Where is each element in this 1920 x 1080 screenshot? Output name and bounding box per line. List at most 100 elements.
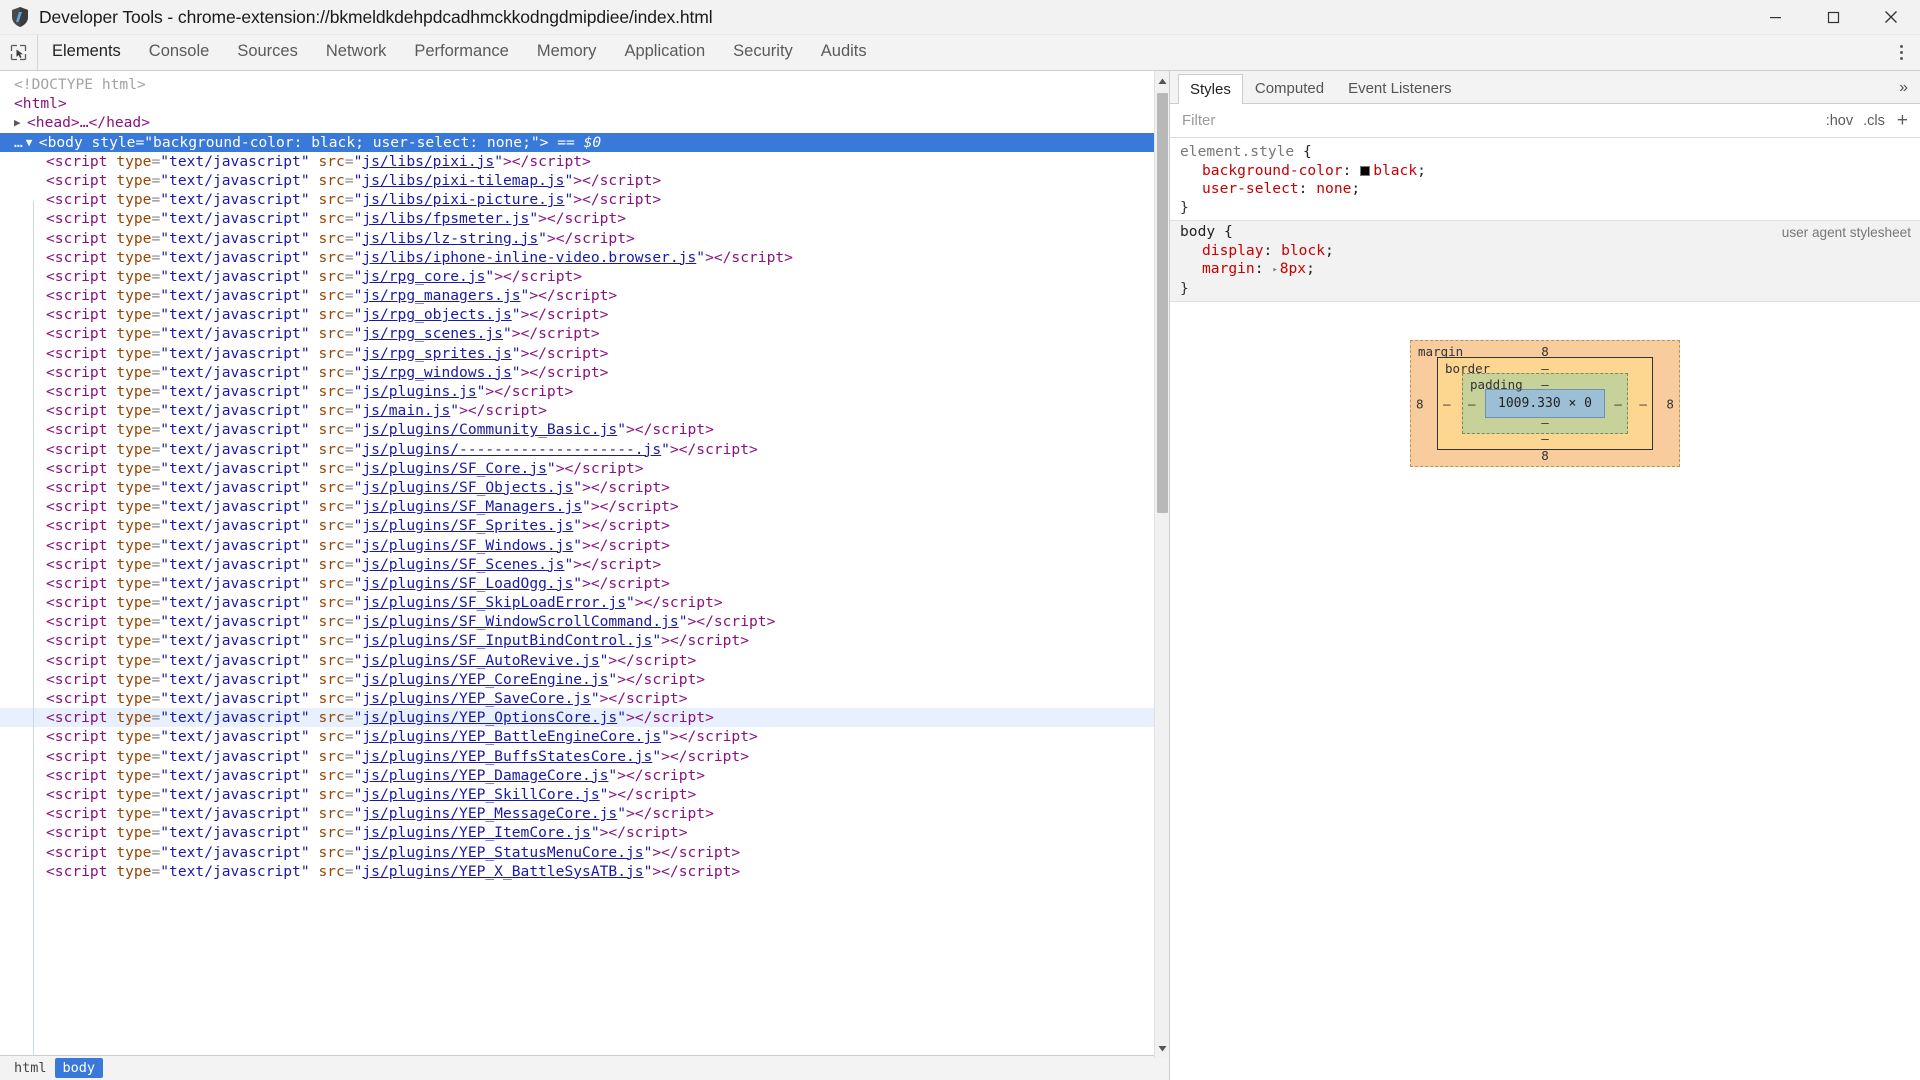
box-model-border[interactable]: border – – – – padding – – – – 1009.330 … — [1437, 357, 1653, 450]
dom-row-script[interactable]: <script type="text/javascript" src="js/p… — [0, 727, 1169, 746]
dom-row-head[interactable]: ▶ <head>…</head> — [0, 113, 1169, 132]
scroll-up-icon[interactable] — [1155, 73, 1170, 89]
filter-input[interactable] — [1180, 111, 1816, 130]
padding-top-value[interactable]: – — [1541, 377, 1549, 392]
close-button[interactable] — [1862, 0, 1920, 35]
dom-vertical-scrollbar[interactable] — [1154, 71, 1169, 1058]
declaration-background-color[interactable]: background-color: black; — [1180, 162, 1920, 181]
rule-body-user-agent[interactable]: user agent stylesheet body { display: bl… — [1170, 220, 1920, 302]
dom-row-script[interactable]: <script type="text/javascript" src="js/r… — [0, 286, 1169, 305]
dom-row-doctype[interactable]: <!DOCTYPE html> — [0, 75, 1169, 94]
tab-network[interactable]: Network — [312, 35, 401, 70]
dom-row-script[interactable]: <script type="text/javascript" src="js/p… — [0, 862, 1169, 881]
tab-performance[interactable]: Performance — [400, 35, 522, 70]
maximize-button[interactable] — [1804, 0, 1862, 35]
breadcrumb-item-body[interactable]: body — [54, 1058, 104, 1078]
dom-row-script[interactable]: <script type="text/javascript" src="js/p… — [0, 651, 1169, 670]
dom-row-script[interactable]: <script type="text/javascript" src="js/p… — [0, 708, 1169, 728]
rule-element-style[interactable]: element.style { background-color: black;… — [1170, 141, 1920, 220]
dom-row-script[interactable]: <script type="text/javascript" src="js/l… — [0, 152, 1169, 171]
dom-tree-scroll[interactable]: <!DOCTYPE html> <html> ▶ <head>…</head>… ▼ <b… — [0, 71, 1169, 1055]
dom-row-script[interactable]: <script type="text/javascript" src="js/p… — [0, 631, 1169, 650]
dom-row-script[interactable]: <script type="text/javascript" src="js/r… — [0, 305, 1169, 324]
dom-row-script[interactable]: <script type="text/javascript" src="js/l… — [0, 209, 1169, 228]
dom-scroll-thumb[interactable] — [1157, 93, 1168, 513]
declaration-property[interactable]: background-color — [1202, 162, 1343, 179]
dom-row-script[interactable]: <script type="text/javascript" src="js/p… — [0, 670, 1169, 689]
declaration-property[interactable]: user-select — [1202, 180, 1299, 197]
border-right-value[interactable]: – — [1639, 396, 1647, 411]
tab-sources[interactable]: Sources — [223, 35, 312, 70]
declaration-value[interactable]: 8px — [1280, 260, 1306, 277]
declaration-user-select[interactable]: user-select: none; — [1180, 180, 1920, 199]
declaration-display[interactable]: display: block; — [1180, 242, 1920, 261]
dom-row-script[interactable]: <script type="text/javascript" src="js/r… — [0, 344, 1169, 363]
dom-row-script[interactable]: <script type="text/javascript" src="js/p… — [0, 823, 1169, 842]
padding-right-value[interactable]: – — [1614, 396, 1622, 411]
margin-left-value[interactable]: 8 — [1416, 396, 1424, 411]
dom-row-script[interactable]: <script type="text/javascript" src="js/l… — [0, 171, 1169, 190]
dom-row-script[interactable]: <script type="text/javascript" src="js/m… — [0, 401, 1169, 420]
breadcrumb-item-html[interactable]: html — [6, 1058, 55, 1078]
dom-row-script[interactable]: <script type="text/javascript" src="js/l… — [0, 190, 1169, 209]
dom-row-script[interactable]: <script type="text/javascript" src="js/r… — [0, 267, 1169, 286]
declaration-value[interactable]: block — [1281, 242, 1325, 259]
dom-row-script[interactable]: <script type="text/javascript" src="js/p… — [0, 440, 1169, 459]
more-options-icon[interactable] — [1888, 45, 1914, 60]
dom-row-script[interactable]: <script type="text/javascript" src="js/p… — [0, 536, 1169, 555]
hov-toggle[interactable]: :hov — [1826, 113, 1853, 129]
box-model-margin[interactable]: margin 8 8 8 8 border – – – – padding – … — [1410, 340, 1680, 467]
tab-computed[interactable]: Computed — [1243, 73, 1336, 103]
margin-right-value[interactable]: 8 — [1666, 396, 1674, 411]
minimize-button[interactable] — [1746, 0, 1804, 35]
new-style-rule-button[interactable]: + — [1895, 111, 1910, 130]
dom-row-script[interactable]: <script type="text/javascript" src="js/p… — [0, 593, 1169, 612]
dom-row-script[interactable]: <script type="text/javascript" src="js/p… — [0, 843, 1169, 862]
tab-styles[interactable]: Styles — [1178, 74, 1243, 104]
dom-row-script[interactable]: <script type="text/javascript" src="js/l… — [0, 248, 1169, 267]
padding-bottom-value[interactable]: – — [1541, 415, 1549, 430]
scroll-down-icon[interactable] — [1155, 1040, 1170, 1056]
tab-audits[interactable]: Audits — [807, 35, 881, 70]
dom-row-script[interactable]: <script type="text/javascript" src="js/p… — [0, 747, 1169, 766]
dom-row-script[interactable]: <script type="text/javascript" src="js/p… — [0, 785, 1169, 804]
box-model-content[interactable]: 1009.330 × 0 — [1485, 389, 1605, 418]
box-model-padding[interactable]: padding – – – – 1009.330 × 0 — [1462, 373, 1628, 434]
border-left-value[interactable]: – — [1443, 396, 1451, 411]
cls-toggle[interactable]: .cls — [1863, 113, 1885, 129]
tab-elements[interactable]: Elements — [38, 35, 135, 70]
inspect-element-icon[interactable] — [0, 35, 38, 70]
chevron-double-right-icon[interactable]: » — [1887, 75, 1920, 103]
tab-security[interactable]: Security — [719, 35, 807, 70]
rule-selector[interactable]: body — [1180, 223, 1215, 240]
rule-selector[interactable]: element.style — [1180, 143, 1294, 160]
dom-row-script[interactable]: <script type="text/javascript" src="js/p… — [0, 766, 1169, 785]
expand-shorthand-icon[interactable]: ▸ — [1272, 261, 1277, 280]
dom-row-html[interactable]: <html> — [0, 94, 1169, 113]
dom-row-script[interactable]: <script type="text/javascript" src="js/p… — [0, 574, 1169, 593]
dom-row-script[interactable]: <script type="text/javascript" src="js/p… — [0, 382, 1169, 401]
dom-row-script[interactable]: <script type="text/javascript" src="js/p… — [0, 478, 1169, 497]
padding-left-value[interactable]: – — [1468, 396, 1476, 411]
declaration-property[interactable]: display — [1202, 242, 1264, 259]
color-swatch[interactable] — [1360, 165, 1371, 176]
declaration-property[interactable]: margin — [1202, 260, 1255, 277]
dom-row-script[interactable]: <script type="text/javascript" src="js/p… — [0, 516, 1169, 535]
dom-row-script[interactable]: <script type="text/javascript" src="js/r… — [0, 324, 1169, 343]
tab-application[interactable]: Application — [610, 35, 719, 70]
margin-bottom-value[interactable]: 8 — [1541, 448, 1549, 463]
dom-row-script[interactable]: <script type="text/javascript" src="js/p… — [0, 689, 1169, 708]
tab-console[interactable]: Console — [135, 35, 224, 70]
dom-row-script[interactable]: <script type="text/javascript" src="js/p… — [0, 555, 1169, 574]
dom-row-script[interactable]: <script type="text/javascript" src="js/p… — [0, 497, 1169, 516]
dom-row-script[interactable]: <script type="text/javascript" src="js/l… — [0, 229, 1169, 248]
tab-event-listeners[interactable]: Event Listeners — [1336, 73, 1463, 103]
dom-row-script[interactable]: <script type="text/javascript" src="js/p… — [0, 804, 1169, 823]
dom-row-script[interactable]: <script type="text/javascript" src="js/p… — [0, 420, 1169, 439]
tab-memory[interactable]: Memory — [523, 35, 611, 70]
declaration-value[interactable]: none — [1316, 180, 1351, 197]
declaration-margin[interactable]: margin: ▸ 8px; — [1180, 260, 1920, 280]
dom-row-script[interactable]: <script type="text/javascript" src="js/r… — [0, 363, 1169, 382]
dom-row-script[interactable]: <script type="text/javascript" src="js/p… — [0, 612, 1169, 631]
declaration-value[interactable]: black — [1373, 162, 1417, 179]
